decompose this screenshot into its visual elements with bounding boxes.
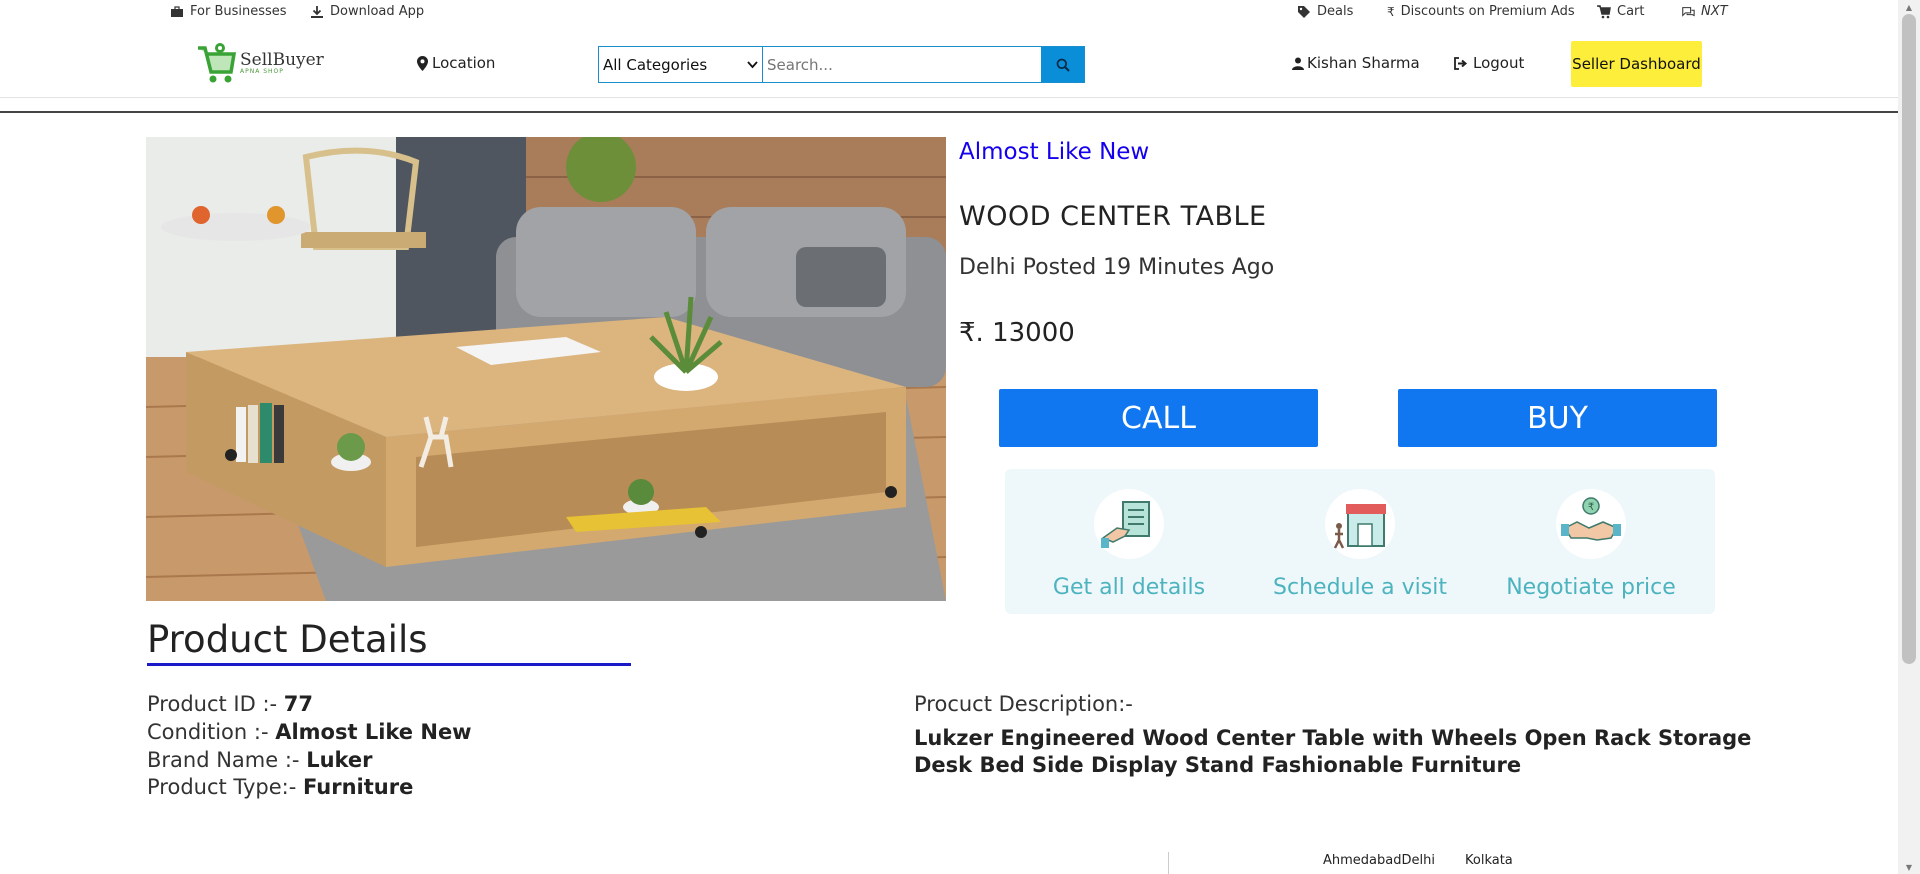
spec-value: 77 xyxy=(283,692,314,716)
scroll-up-arrow[interactable]: ▲ xyxy=(1902,2,1916,12)
product-image[interactable] xyxy=(146,137,946,601)
chat-link[interactable]: NXT xyxy=(1681,4,1728,19)
for-businesses-link[interactable]: For Businesses xyxy=(170,4,287,19)
feature-negotiate-price[interactable]: ₹ Negotiate price xyxy=(1481,489,1701,600)
description-label: Procuct Description:- xyxy=(914,692,1133,716)
footer-divider xyxy=(1168,852,1169,874)
call-button[interactable]: CALL xyxy=(999,389,1318,447)
tags-icon xyxy=(1298,5,1310,18)
footer-city-link[interactable]: Kolkata xyxy=(1465,853,1513,868)
footer-city-link[interactable]: AhmedabadDelhi xyxy=(1323,853,1435,868)
handshake-rupee-icon: ₹ xyxy=(1561,497,1621,541)
feature-schedule-visit[interactable]: Schedule a visit xyxy=(1250,489,1470,600)
feature-icon-wrap xyxy=(1094,489,1164,559)
svg-text:₹: ₹ xyxy=(1588,502,1594,513)
cart-link[interactable]: Cart xyxy=(1597,4,1645,19)
seller-dashboard-label: Seller Dashboard xyxy=(1572,55,1701,73)
chevron-down-icon xyxy=(747,60,758,68)
call-label: CALL xyxy=(1121,400,1196,436)
spec-value: Luker xyxy=(306,748,373,772)
spec-label: Product Type:- xyxy=(147,775,303,799)
feature-icon-wrap xyxy=(1325,489,1395,559)
buy-label: BUY xyxy=(1527,400,1588,436)
description-text: Lukzer Engineered Wood Center Table with… xyxy=(914,726,1752,777)
product-location-posted: Delhi Posted 19 Minutes Ago xyxy=(959,255,1275,280)
scrollbar-thumb[interactable] xyxy=(1902,14,1916,664)
deals-label: Deals xyxy=(1317,4,1354,19)
category-select[interactable]: All Categories xyxy=(599,47,763,82)
buy-button[interactable]: BUY xyxy=(1398,389,1717,447)
product-photo-illustration xyxy=(146,137,946,601)
product-details-heading: Product Details xyxy=(147,618,428,661)
spec-condition: Condition :- Almost Like New xyxy=(147,720,472,744)
product-condition: Almost Like New xyxy=(959,139,1150,165)
briefcase-icon xyxy=(171,5,183,17)
logout-label: Logout xyxy=(1473,54,1525,72)
spec-product-type: Product Type:- Furniture xyxy=(147,775,413,799)
discounts-label: Discounts on Premium Ads xyxy=(1400,4,1575,19)
user-account-link[interactable]: Kishan Sharma xyxy=(1292,54,1420,72)
download-app-link[interactable]: Download App xyxy=(310,4,424,19)
location-selector[interactable]: Location xyxy=(417,54,495,72)
search-button[interactable] xyxy=(1041,47,1084,82)
shop-visit-icon xyxy=(1333,504,1386,549)
product-title: WOOD CENTER TABLE xyxy=(959,201,1267,232)
spec-value: Furniture xyxy=(302,775,414,799)
features-panel: Get all details Schedule a visit ₹ Negot… xyxy=(1005,469,1715,614)
spec-brand: Brand Name :- Luker xyxy=(147,748,373,772)
sellbuyer-logo[interactable]: SellBuyer APNA SHOP xyxy=(196,40,324,86)
search-input[interactable] xyxy=(763,47,1041,82)
feature-get-details[interactable]: Get all details xyxy=(1019,489,1239,600)
feature-label: Negotiate price xyxy=(1506,575,1676,600)
product-price: ₹. 13000 xyxy=(959,318,1075,348)
category-selected-value: All Categories xyxy=(603,55,708,74)
cart-label: Cart xyxy=(1617,4,1645,19)
spec-product-id: Product ID :- 77 xyxy=(147,692,313,716)
location-label: Location xyxy=(432,54,496,72)
logout-icon xyxy=(1454,56,1468,70)
spec-value: Almost Like New xyxy=(275,720,472,744)
user-name: Kishan Sharma xyxy=(1307,54,1420,72)
seller-dashboard-button[interactable]: Seller Dashboard xyxy=(1571,41,1702,87)
rupee-icon: ₹ xyxy=(1387,4,1395,19)
feature-icon-wrap: ₹ xyxy=(1556,489,1626,559)
search-icon xyxy=(1056,58,1070,72)
download-icon xyxy=(311,5,323,18)
spec-label: Product ID :- xyxy=(147,692,284,716)
chat-label: NXT xyxy=(1701,4,1728,19)
spec-label: Condition :- xyxy=(147,720,276,744)
heading-underline xyxy=(147,663,631,666)
user-icon xyxy=(1292,57,1304,70)
for-businesses-label: For Businesses xyxy=(190,4,287,19)
search-bar: All Categories xyxy=(598,46,1085,83)
discounts-link[interactable]: ₹ Discounts on Premium Ads xyxy=(1387,4,1575,19)
feature-label: Schedule a visit xyxy=(1273,575,1447,600)
deals-link[interactable]: Deals xyxy=(1297,4,1353,19)
logout-button[interactable]: Logout xyxy=(1453,54,1524,72)
download-app-label: Download App xyxy=(330,4,425,19)
logo-text: SellBuyer xyxy=(240,49,324,70)
content-divider xyxy=(0,111,1898,113)
spec-label: Brand Name :- xyxy=(147,748,307,772)
cart-icon xyxy=(1597,4,1611,18)
shopping-cart-logo-icon xyxy=(198,43,236,83)
scroll-down-arrow[interactable]: ▼ xyxy=(1902,862,1916,872)
map-marker-icon xyxy=(417,55,428,71)
header-divider xyxy=(0,97,1898,98)
feature-label: Get all details xyxy=(1052,575,1206,600)
document-hand-icon xyxy=(1101,501,1150,548)
chat-icon xyxy=(1682,6,1695,17)
top-utility-bar: For Businesses Download App Deals ₹ Disc… xyxy=(0,0,1898,30)
